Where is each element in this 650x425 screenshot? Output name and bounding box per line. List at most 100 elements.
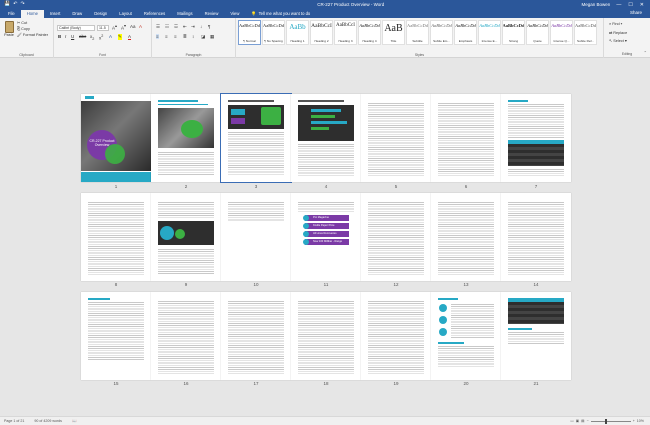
style-heading-4[interactable]: AaBbCcDd Heading 4 xyxy=(358,20,381,45)
page-thumbnail[interactable] xyxy=(151,292,221,380)
cut-button[interactable]: ✂ Cut xyxy=(17,21,27,26)
superscript-button[interactable]: x2 xyxy=(99,34,103,41)
sort-button[interactable]: ↓ xyxy=(200,24,202,29)
document-area[interactable]: CR-227 Product Overview 1 2 3 4 5 6 7 8 … xyxy=(0,58,650,416)
style-strong[interactable]: AaBbCcDd Strong xyxy=(502,20,525,45)
page-thumbnail[interactable] xyxy=(501,94,571,182)
share-button[interactable]: Share xyxy=(630,9,642,17)
underline-button[interactable]: U xyxy=(71,34,74,39)
multilevel-list-button[interactable]: ☲ xyxy=(174,24,178,30)
close-button[interactable]: ✕ xyxy=(640,2,644,8)
select-button[interactable]: ↖ Select ▾ xyxy=(609,38,627,43)
tab-design[interactable]: Design xyxy=(88,10,113,18)
shading-button[interactable]: ◪ xyxy=(201,34,205,40)
style-emphasis[interactable]: AaBbCcDd Emphasis xyxy=(454,20,477,45)
zoom-level[interactable]: 10% xyxy=(637,419,644,423)
word-count[interactable]: 90 of 4209 words xyxy=(34,419,62,423)
save-icon[interactable]: 💾 xyxy=(4,0,10,9)
paste-button[interactable]: Paste xyxy=(3,21,15,38)
zoom-out-button[interactable]: − xyxy=(587,419,589,423)
page-thumbnail[interactable]: Pro Magazine Kindle Paper Price All Line… xyxy=(291,193,361,281)
page-count[interactable]: Page 1 of 21 xyxy=(4,419,24,423)
page-thumbnail[interactable] xyxy=(361,292,431,380)
page-thumbnail[interactable] xyxy=(291,94,361,182)
align-center-button[interactable]: ≡ xyxy=(165,34,168,39)
zoom-thumb[interactable] xyxy=(604,418,607,424)
page-thumbnail[interactable] xyxy=(501,292,571,380)
page-thumbnail[interactable] xyxy=(361,193,431,281)
style-subtle-reference[interactable]: AaBbCcDd Subtle Ref... xyxy=(574,20,597,45)
page-thumbnail[interactable] xyxy=(151,193,221,281)
style-heading-1[interactable]: AaBb Heading 1 xyxy=(286,20,309,45)
page-thumbnail[interactable]: CR-227 Product Overview xyxy=(81,94,151,182)
undo-icon[interactable]: ↶ xyxy=(13,0,17,9)
page-thumbnail[interactable] xyxy=(221,193,291,281)
bold-button[interactable]: B xyxy=(58,34,61,39)
maximize-button[interactable]: ☐ xyxy=(628,2,632,8)
read-mode-icon[interactable]: ▭ xyxy=(570,419,573,423)
page-thumbnail[interactable] xyxy=(220,93,292,183)
tab-references[interactable]: References xyxy=(138,10,171,18)
tab-home[interactable]: Home xyxy=(20,10,44,18)
page-thumbnail[interactable] xyxy=(431,94,501,182)
find-button[interactable]: ⌕ Find ▾ xyxy=(609,22,622,26)
tab-review[interactable]: Review xyxy=(199,10,225,18)
font-name-field[interactable]: Calibri (Body) xyxy=(57,25,95,31)
page-thumbnail[interactable] xyxy=(361,94,431,182)
strikethrough-button[interactable]: abc xyxy=(79,34,86,39)
page-thumbnail[interactable] xyxy=(431,292,501,380)
numbering-button[interactable]: ☷ xyxy=(165,24,169,30)
clear-format-icon[interactable]: A xyxy=(139,24,142,29)
tell-me-box[interactable]: 💡 Tell me what you want to do xyxy=(251,10,310,18)
user-name[interactable]: Megan Bowen xyxy=(582,2,611,7)
page-thumbnail[interactable] xyxy=(431,193,501,281)
decrease-indent-button[interactable]: ⇤ xyxy=(183,24,187,30)
style-quote[interactable]: AaBbCcDd Quote xyxy=(526,20,549,45)
page-thumbnail[interactable] xyxy=(501,193,571,281)
tab-draw[interactable]: Draw xyxy=(66,10,88,18)
web-layout-icon[interactable]: ▤ xyxy=(581,419,584,423)
style-intense-emphasis[interactable]: AaBbCcDd Intense E... xyxy=(478,20,501,45)
zoom-slider[interactable] xyxy=(590,418,631,424)
style-subtitle[interactable]: AaBbCcDd Subtitle xyxy=(406,20,429,45)
style-intense-quote[interactable]: AaBbCcDd Intense Q... xyxy=(550,20,573,45)
subscript-button[interactable]: x2 xyxy=(90,34,94,41)
shrink-font-button[interactable]: A▾ xyxy=(121,24,126,31)
page-thumbnail[interactable] xyxy=(81,193,151,281)
grow-font-button[interactable]: A▴ xyxy=(112,24,117,31)
page-thumbnail[interactable] xyxy=(221,292,291,380)
style-no-spacing[interactable]: AaBbCcDd ¶ No Spacing xyxy=(262,20,285,45)
copy-button[interactable]: ⎘ Copy xyxy=(17,27,30,32)
proofing-icon[interactable]: 📖 xyxy=(72,419,76,423)
highlight-button[interactable]: ✎ xyxy=(118,34,122,40)
text-effects-button[interactable]: A xyxy=(109,34,112,39)
pilcrow-icon[interactable]: ¶ xyxy=(208,24,210,29)
tab-insert[interactable]: Insert xyxy=(44,10,66,18)
italic-button[interactable]: I xyxy=(65,34,66,39)
line-spacing-button[interactable]: ↕ xyxy=(192,34,194,39)
font-color-button[interactable]: A xyxy=(128,34,132,40)
increase-indent-button[interactable]: ⇥ xyxy=(191,24,195,30)
zoom-in-button[interactable]: + xyxy=(633,419,635,423)
justify-button[interactable]: ≣ xyxy=(183,34,187,40)
print-layout-icon[interactable]: ▣ xyxy=(576,419,579,423)
style-normal[interactable]: AaBbCcDd ¶ Normal xyxy=(238,20,261,45)
minimize-button[interactable]: — xyxy=(616,2,621,8)
tab-file[interactable]: File xyxy=(2,10,21,18)
replace-button[interactable]: ⇄ Replace xyxy=(609,30,627,35)
change-case-button[interactable]: Aa xyxy=(130,24,136,29)
tab-layout[interactable]: Layout xyxy=(113,10,138,18)
page-thumbnail[interactable] xyxy=(291,292,361,380)
page-thumbnail[interactable] xyxy=(81,292,151,380)
bullets-button[interactable]: ☰ xyxy=(156,24,160,30)
align-right-button[interactable]: ≡ xyxy=(174,34,177,39)
style-title[interactable]: AaB Title xyxy=(382,20,405,45)
tab-view[interactable]: View xyxy=(224,10,245,18)
style-subtle-emphasis[interactable]: AaBbCcDd Subtle Em... xyxy=(430,20,453,45)
align-left-button[interactable]: ≡ xyxy=(156,34,159,39)
font-size-field[interactable]: 11.5 xyxy=(97,25,109,31)
style-heading-3[interactable]: AaBbCcI Heading 3 xyxy=(334,20,357,45)
collapse-ribbon-icon[interactable]: ⌃ xyxy=(644,50,647,55)
format-painter-button[interactable]: 🖌 Format Painter xyxy=(17,33,48,38)
style-heading-2[interactable]: AaBbCcI Heading 2 xyxy=(310,20,333,45)
